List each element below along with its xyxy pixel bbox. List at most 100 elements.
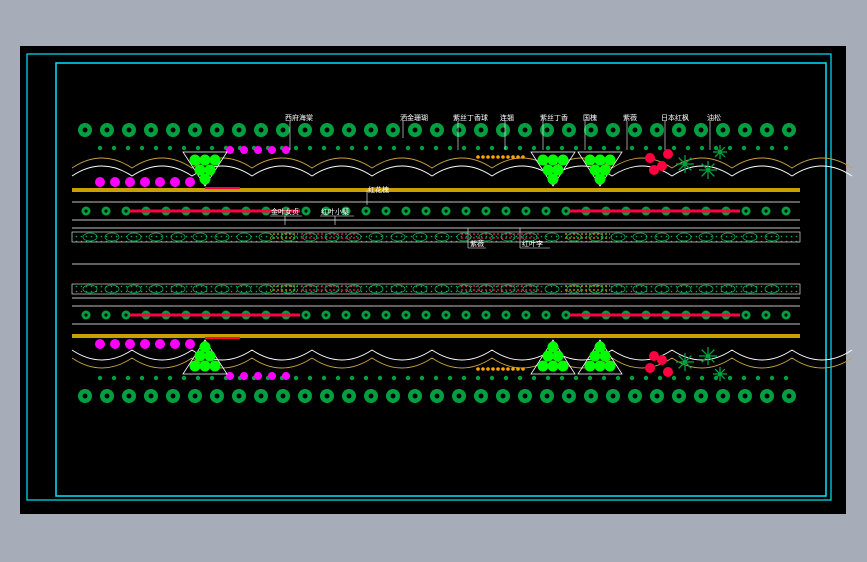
magenta-shrub	[170, 339, 180, 349]
hedge-dot	[629, 375, 635, 381]
hedge-dot	[531, 145, 537, 151]
label-honghua-huai: 红花槐	[368, 185, 389, 194]
shrub-symbol	[547, 341, 559, 353]
red-maple-symbol	[645, 153, 655, 163]
hedge-dot	[307, 375, 313, 381]
shrub-symbol	[547, 360, 559, 372]
hedge-dot	[209, 375, 215, 381]
shrub-symbol	[189, 154, 201, 166]
forsythia-dot	[506, 367, 510, 371]
road-edge-band	[72, 188, 800, 192]
pine-symbol	[676, 155, 694, 173]
hedge-dot	[657, 375, 663, 381]
hedge-dot	[335, 145, 341, 151]
pine-symbol	[699, 161, 717, 179]
magenta-shrub	[140, 177, 150, 187]
label-zisi-dingxiang: 紫丝丁香	[540, 113, 568, 122]
shrub-symbol	[189, 360, 201, 372]
magenta-shrub	[95, 177, 105, 187]
hedge-dot	[139, 145, 145, 151]
pine-symbol	[699, 347, 717, 365]
hedge-dot	[97, 375, 103, 381]
forsythia-dot	[491, 367, 495, 371]
shrub-symbol	[557, 360, 569, 372]
hedge-dot	[167, 375, 173, 381]
hedge-dot	[755, 375, 761, 381]
magenta-shrub	[155, 339, 165, 349]
hedge-dot	[391, 375, 397, 381]
red-maple-symbol	[663, 367, 673, 377]
hedge-dot	[587, 375, 593, 381]
label-ziwei-top: 紫薇	[623, 113, 637, 122]
hedge-dot	[573, 145, 579, 151]
magenta-shrub	[268, 146, 276, 154]
hedge-dot	[433, 145, 439, 151]
forsythia-dot	[521, 367, 525, 371]
hedge-dot	[363, 375, 369, 381]
hedge-dot	[475, 375, 481, 381]
shrub-symbol	[584, 360, 596, 372]
hedge-dot	[349, 145, 355, 151]
hedge-dot	[405, 145, 411, 151]
hedge-dot	[489, 375, 495, 381]
hedge-dot	[545, 145, 551, 151]
shrub-symbol	[209, 360, 221, 372]
forsythia-dot	[476, 367, 480, 371]
forsythia-dot	[516, 155, 520, 159]
hedge-dot	[321, 145, 327, 151]
forsythia-dot	[496, 155, 500, 159]
hedge-dot	[545, 375, 551, 381]
hedge-dot	[741, 145, 747, 151]
forsythia-dot	[481, 155, 485, 159]
magenta-shrub	[185, 339, 195, 349]
hedge-dot	[363, 145, 369, 151]
pine-symbol	[676, 353, 694, 371]
magenta-shrub	[185, 177, 195, 187]
hedge-dot	[601, 145, 607, 151]
hedge-dot	[755, 145, 761, 151]
hedge-dot	[643, 145, 649, 151]
drawing-sheet	[20, 46, 846, 514]
hedge-dot	[503, 145, 509, 151]
hedge-dot	[181, 145, 187, 151]
hedge-dot	[167, 145, 173, 151]
hedge-dot	[125, 145, 131, 151]
magenta-shrub	[240, 372, 248, 380]
magenta-shrub	[125, 177, 135, 187]
hedge-dot	[293, 375, 299, 381]
red-maple-symbol	[663, 149, 673, 159]
road-edge-band	[72, 334, 800, 338]
hedge-dot	[321, 375, 327, 381]
hedge-dot	[153, 375, 159, 381]
magenta-shrub	[268, 372, 276, 380]
hedge-dot	[111, 375, 117, 381]
shrub-symbol	[604, 360, 616, 372]
hedge-dot	[769, 375, 775, 381]
forsythia-dot	[501, 367, 505, 371]
hedge-dot	[461, 375, 467, 381]
forsythia-dot	[486, 155, 490, 159]
hedge-dot	[783, 145, 789, 151]
hedge-dot	[195, 375, 201, 381]
shrub-symbol	[584, 154, 596, 166]
label-yousong: 油松	[707, 113, 721, 122]
hedge-dot	[559, 145, 565, 151]
label-sajin-shanhu: 洒金珊瑚	[400, 113, 428, 122]
forsythia-dot	[511, 155, 515, 159]
label-xifu-haitang: 西府海棠	[285, 113, 313, 122]
shrub-symbol	[199, 154, 211, 166]
magenta-shrub	[254, 372, 262, 380]
hedge-dot	[559, 375, 565, 381]
hedge-dot	[727, 145, 733, 151]
shrub-symbol	[547, 154, 559, 166]
magenta-shrub	[226, 372, 234, 380]
forsythia-dot	[481, 367, 485, 371]
hedge-dot	[587, 145, 593, 151]
magenta-shrub	[254, 146, 262, 154]
forsythia-dot	[501, 155, 505, 159]
pine-symbol	[713, 145, 727, 159]
hedge-dot	[139, 375, 145, 381]
magenta-shrub	[125, 339, 135, 349]
forsythia-dot	[476, 155, 480, 159]
hedge-dot	[615, 375, 621, 381]
